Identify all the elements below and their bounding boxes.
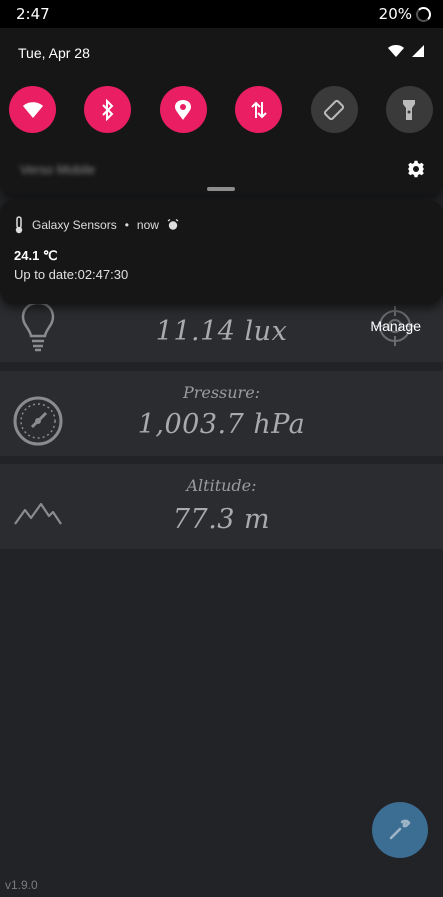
qs-status-icons [387, 44, 425, 58]
pressure-card[interactable]: Pressure: 1,003.7 hPa [0, 371, 443, 456]
mobile-data-icon [250, 101, 267, 118]
bullet-separator: • [124, 218, 129, 232]
notification-header: Galaxy Sensors • now [14, 216, 179, 234]
manage-link[interactable]: Manage [370, 318, 421, 334]
cell-signal-icon [412, 45, 424, 57]
app-version: v1.9.0 [5, 878, 38, 892]
notification-title: 24.1 ℃ [14, 248, 58, 263]
battery-status: 20% [379, 5, 431, 23]
auto-rotate-tile[interactable] [310, 86, 358, 133]
wrench-icon [389, 819, 411, 840]
carrier-name: Verso Mobile [20, 162, 96, 177]
quick-settings-panel: Tue, Apr 28 Verso Mobile [0, 28, 443, 195]
flashlight-tile[interactable] [385, 86, 433, 133]
altitude-value: 77.3 m [172, 504, 271, 535]
location-tile[interactable] [159, 86, 207, 133]
status-bar: 2:47 20% [0, 0, 443, 28]
battery-percent: 20% [378, 5, 412, 23]
qs-drag-handle[interactable] [207, 187, 235, 191]
qs-date[interactable]: Tue, Apr 28 [18, 45, 90, 61]
flashlight-icon [403, 99, 416, 120]
mobile-data-tile[interactable] [235, 86, 283, 133]
wifi-icon [22, 101, 43, 118]
altitude-card[interactable]: Altitude: 77.3 m [0, 464, 443, 549]
battery-icon [416, 6, 431, 22]
settings-gear-icon[interactable] [407, 160, 425, 178]
sensor-notification[interactable]: Galaxy Sensors • now 24.1 ℃ Up to date:0… [0, 200, 443, 304]
alarm-icon [167, 219, 179, 230]
bluetooth-icon [102, 98, 114, 121]
notification-time: now [136, 218, 159, 232]
thermometer-icon [15, 216, 23, 234]
tools-fab[interactable] [372, 802, 428, 858]
altitude-label: Altitude: [186, 476, 257, 495]
pressure-value: 1,003.7 hPa [137, 409, 306, 440]
wifi-tile[interactable] [9, 86, 56, 133]
location-icon [175, 99, 192, 120]
auto-rotate-icon [323, 99, 345, 120]
wifi-signal-icon [388, 45, 404, 57]
bluetooth-tile[interactable] [84, 86, 132, 133]
notification-app-name: Galaxy Sensors [32, 218, 117, 232]
pressure-label: Pressure: [182, 383, 261, 402]
qs-tiles [9, 86, 433, 133]
notification-text: Up to date:02:47:30 [14, 267, 129, 282]
status-time: 2:47 [16, 5, 50, 23]
